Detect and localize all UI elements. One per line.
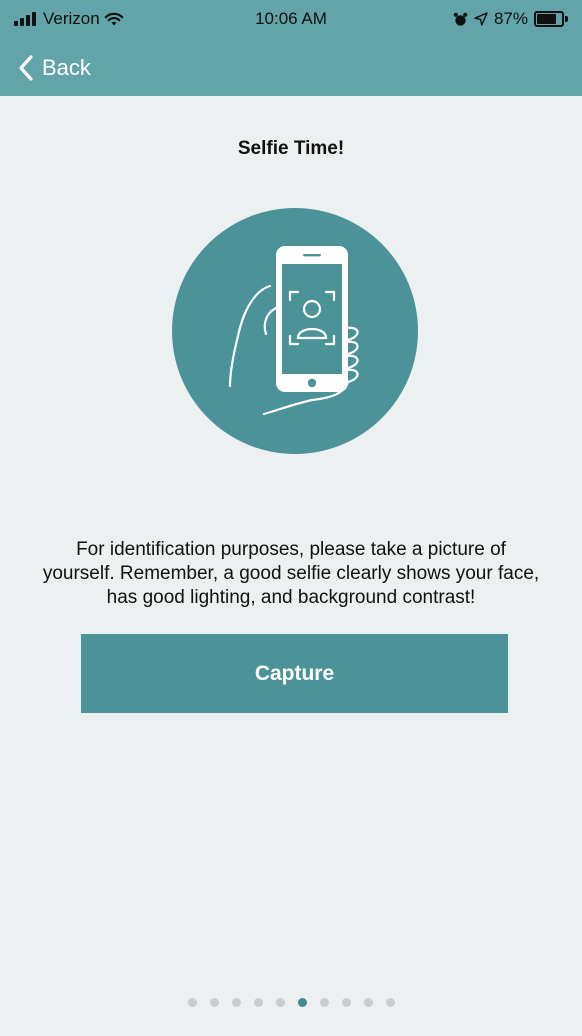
selfie-phone-illustration bbox=[172, 208, 418, 454]
chevron-left-icon bbox=[19, 55, 33, 81]
status-right: 87% bbox=[453, 9, 568, 29]
page-indicator bbox=[0, 998, 582, 1007]
page-dot bbox=[209, 998, 219, 1007]
capture-label: Capture bbox=[254, 661, 335, 685]
capture-button[interactable]: Capture bbox=[81, 634, 508, 713]
page-dot bbox=[231, 998, 241, 1007]
page-dot bbox=[319, 998, 329, 1007]
status-bar: Verizon 10:06 AM 87% bbox=[0, 0, 582, 40]
page-dot bbox=[385, 998, 395, 1007]
page-dot bbox=[275, 998, 285, 1007]
back-button[interactable]: Back bbox=[18, 50, 91, 86]
page-dot bbox=[187, 998, 197, 1007]
navigation-bar: Back bbox=[0, 40, 582, 96]
page-title: Selfie Time! bbox=[237, 138, 345, 159]
page-dot bbox=[341, 998, 351, 1007]
page-dot bbox=[253, 998, 263, 1007]
alarm-icon bbox=[453, 12, 468, 26]
location-arrow-icon bbox=[474, 12, 488, 26]
page-dot bbox=[297, 998, 307, 1007]
instructions-text: For identification purposes, please take… bbox=[42, 539, 540, 608]
battery-percent: 87% bbox=[493, 9, 528, 28]
back-label: Back bbox=[42, 55, 91, 80]
battery-icon bbox=[534, 11, 568, 27]
page-dot bbox=[363, 998, 373, 1007]
